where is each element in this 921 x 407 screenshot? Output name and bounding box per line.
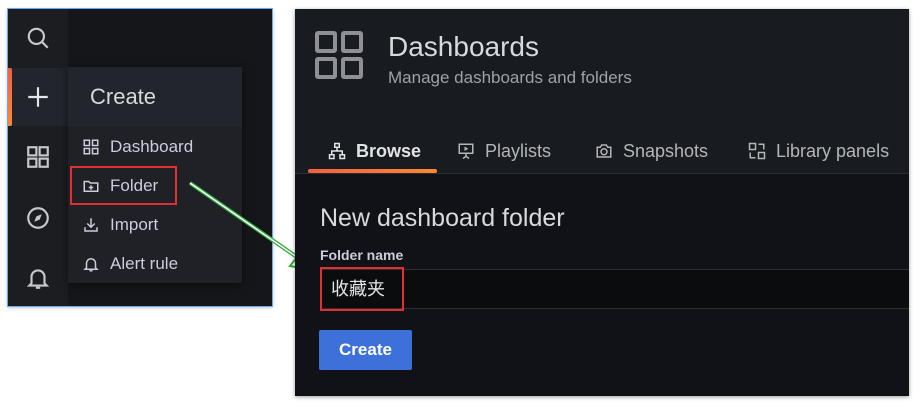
page-header: Dashboards Manage dashboards and folders… [295, 9, 909, 173]
search-icon [27, 27, 49, 49]
tab-browse[interactable]: Browse [328, 131, 421, 171]
tab-playlists[interactable]: Playlists [457, 131, 551, 171]
section-title: New dashboard folder [320, 204, 565, 232]
menu-item-dashboard[interactable]: Dashboard [68, 127, 242, 166]
create-button[interactable]: Create [319, 330, 412, 370]
side-nav [8, 9, 68, 306]
menu-item-label: Import [110, 214, 159, 234]
tab-snapshots[interactable]: Snapshots [595, 131, 708, 171]
presentation-icon [458, 143, 474, 160]
tab-library-panels[interactable]: Library panels [748, 131, 889, 171]
apps-icon [27, 146, 49, 168]
import-icon [84, 217, 98, 232]
apps-icon [315, 31, 363, 79]
create-menu-header: Create [68, 67, 242, 127]
tab-label: Playlists [485, 140, 552, 161]
nav-explore[interactable] [8, 189, 68, 247]
tab-label: Library panels [776, 140, 890, 161]
plus-icon [28, 87, 48, 107]
nav-search[interactable] [8, 9, 68, 67]
nav-dashboards[interactable] [8, 128, 68, 186]
menu-item-label: Dashboard [110, 136, 194, 156]
nav-create[interactable] [8, 68, 68, 126]
page-subtitle: Manage dashboards and folders [388, 68, 632, 87]
compass-icon [27, 207, 49, 229]
bell-icon [83, 257, 99, 271]
tab-label: Snapshots [623, 140, 709, 161]
folder-name-input[interactable]: 收藏夹 [320, 269, 909, 309]
header-divider [295, 173, 909, 174]
folder-name-label: Folder name [320, 247, 404, 263]
library-panel-icon [748, 142, 766, 160]
nav-alerting[interactable] [8, 249, 68, 307]
menu-item-label: Folder [110, 175, 159, 195]
sitemap-icon [328, 142, 346, 160]
tab-label: Browse [356, 140, 422, 161]
folder-plus-icon [83, 180, 99, 192]
bell-icon [26, 269, 50, 289]
menu-item-label: Alert rule [110, 253, 179, 273]
apps-icon [83, 139, 99, 154]
dashboards-page: Dashboards Manage dashboards and folders… [295, 9, 909, 396]
page-title: Dashboards [388, 31, 539, 62]
camera-icon [596, 144, 612, 158]
